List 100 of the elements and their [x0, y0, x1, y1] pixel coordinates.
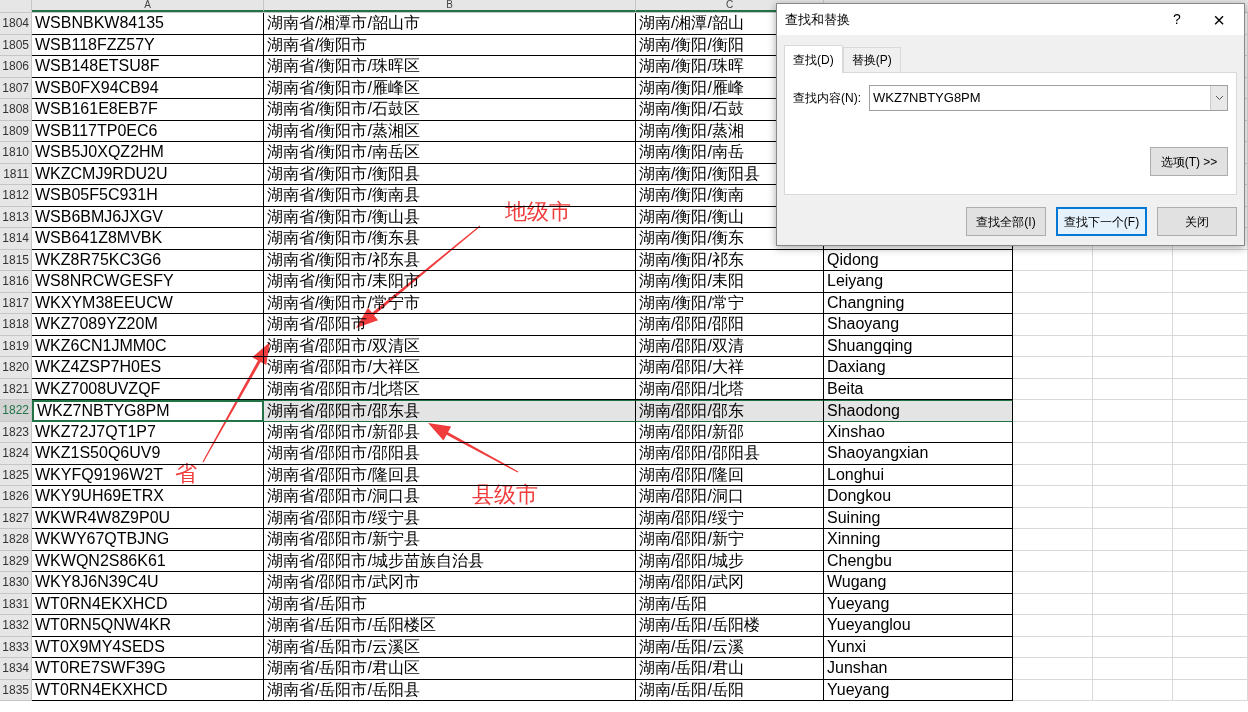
table-cell: WSB5J0XQZ2HM — [35, 142, 164, 163]
table-cell: WT0RN5QNW4KR — [35, 615, 171, 636]
table-cell: Qidong — [827, 249, 879, 270]
table-cell: 湖南省/邵阳市/隆回县 — [267, 464, 420, 485]
table-cell: Shuangqing — [827, 335, 913, 356]
dialog-tab[interactable]: 替换(P) — [842, 47, 901, 72]
table-cell: WSB117TP0EC6 — [35, 120, 158, 141]
table-cell: Wugang — [827, 572, 887, 593]
dialog-button[interactable]: 查找全部(I) — [966, 207, 1046, 236]
options-button[interactable]: 选项(T) >> — [1150, 147, 1228, 176]
table-cell: 湖南省/邵阳市/绥宁县 — [267, 507, 420, 528]
table-cell: 湖南/衡阳/蒸湘 — [639, 120, 744, 141]
table-cell: WT0RE7SWF39G — [35, 658, 166, 679]
table-cell: 湖南/衡阳/珠晖 — [639, 56, 744, 77]
close-button[interactable]: × — [1204, 7, 1234, 32]
table-cell: 湖南/衡阳/衡东 — [639, 228, 744, 249]
table-cell: WSB641Z8MVBK — [35, 228, 163, 249]
table-cell: Changning — [827, 292, 905, 313]
table-cell: WSBNBKW84135 — [35, 13, 164, 34]
table-cell: WKZ4ZSP7H0ES — [35, 357, 162, 378]
table-cell: 湖南/邵阳/北塔 — [639, 378, 744, 399]
table-cell: 湖南/衡阳/衡阳县 — [639, 163, 760, 184]
column-header[interactable]: A — [144, 0, 151, 10]
dialog-button[interactable]: 关闭 — [1157, 207, 1237, 236]
table-cell: WKXYM38EEUCW — [35, 292, 173, 313]
table-cell: 湖南省/岳阳市/岳阳县 — [267, 679, 420, 700]
dialog-tab[interactable]: 查找(D) — [784, 45, 843, 73]
table-cell: WKZ7008UVZQF — [35, 378, 161, 399]
table-cell: WT0RN4EKXHCD — [35, 679, 168, 700]
table-cell: WKY8J6N39C4U — [35, 572, 159, 593]
table-cell: 湖南/衡阳/雁峰 — [639, 77, 744, 98]
table-cell: 湖南省/邵阳市/武冈市 — [267, 572, 420, 593]
table-cell: 湖南省/衡阳市/常宁市 — [267, 292, 420, 313]
table-cell: 湖南省/衡阳市/衡山县 — [267, 206, 420, 227]
table-cell: Yunxi — [827, 636, 867, 657]
table-cell: WKY9UH69ETRX — [35, 486, 164, 507]
table-cell: 湖南省/衡阳市/南岳区 — [267, 142, 420, 163]
table-cell: Chengbu — [827, 550, 892, 571]
table-cell: WSB148ETSU8F — [35, 56, 160, 77]
table-cell: 湖南省/邵阳市/大祥区 — [267, 357, 420, 378]
table-cell: 湖南/岳阳/岳阳楼 — [639, 615, 760, 636]
table-cell: Junshan — [827, 658, 888, 679]
table-cell: 湖南/邵阳/隆回 — [639, 464, 744, 485]
table-cell: WSB05F5C931H — [35, 185, 158, 206]
table-cell: 湖南/邵阳/大祥 — [639, 357, 744, 378]
table-cell: 湖南省/岳阳市/君山区 — [267, 658, 420, 679]
table-cell: 湖南省/邵阳市/新邵县 — [267, 421, 420, 442]
table-cell: 湖南省/岳阳市 — [267, 593, 368, 614]
table-cell: 湖南省/邵阳市/邵阳县 — [267, 443, 420, 464]
table-cell: 湖南省/岳阳市/云溪区 — [267, 636, 420, 657]
annotation-label: 省 — [175, 460, 197, 488]
table-cell: 湖南省/邵阳市/北塔区 — [267, 378, 420, 399]
table-cell: WKZ6CN1JMM0C — [35, 335, 167, 356]
table-cell: WKWR4W8Z9P0U — [35, 507, 171, 528]
table-cell: 湖南省/衡阳市/衡南县 — [267, 185, 420, 206]
table-cell: Xinshao — [827, 421, 885, 442]
table-cell: Yueyanglou — [827, 615, 911, 636]
table-cell: WT0X9MY4SEDS — [35, 636, 165, 657]
table-cell: 湖南/邵阳/新邵 — [639, 421, 744, 442]
table-cell: 湖南省/衡阳市/蒸湘区 — [267, 120, 420, 141]
table-cell: WKWY67QTBJNG — [35, 529, 170, 550]
table-cell: 湖南省/湘潭市/韶山市 — [267, 13, 420, 34]
table-cell: 湖南省/邵阳市/双清区 — [267, 335, 420, 356]
table-cell: 湖南/衡阳/祁东 — [639, 249, 744, 270]
help-button[interactable]: ? — [1162, 7, 1192, 32]
table-cell: 湖南/邵阳/绥宁 — [639, 507, 744, 528]
table-cell: WSB118FZZ57Y — [35, 34, 155, 55]
table-cell: 湖南省/岳阳市/岳阳楼区 — [267, 615, 436, 636]
table-cell: Dongkou — [827, 486, 892, 507]
table-cell: Daxiang — [827, 357, 886, 378]
table-cell: 湖南省/衡阳市 — [267, 34, 368, 55]
table-cell: 湖南/衡阳/南岳 — [639, 142, 744, 163]
table-cell: WKZ1S50Q6UV9 — [35, 443, 161, 464]
table-cell: WKYFQ9196W2T — [35, 464, 164, 485]
table-cell: 湖南/邵阳/新宁 — [639, 529, 744, 550]
table-cell: 湖南/衡阳/衡南 — [639, 185, 744, 206]
column-header[interactable]: B — [446, 0, 453, 10]
table-cell: 湖南省/衡阳市/衡东县 — [267, 228, 420, 249]
table-cell: Longhui — [827, 464, 884, 485]
table-cell: Shaodong — [827, 401, 900, 421]
table-cell: 湖南/邵阳/武冈 — [639, 572, 744, 593]
find-label: 查找内容(N): — [793, 90, 861, 107]
table-cell: 湖南省/衡阳市/石鼓区 — [267, 99, 420, 120]
table-cell: 湖南/衡阳/常宁 — [639, 292, 744, 313]
table-cell: Yueyang — [827, 593, 890, 614]
table-cell: 湖南/邵阳/双清 — [639, 335, 744, 356]
table-cell: 湖南/衡阳/石鼓 — [639, 99, 744, 120]
table-cell: Leiyang — [827, 271, 884, 292]
table-cell: 湖南/邵阳/邵阳 — [639, 314, 744, 335]
table-cell: 湖南/邵阳/城步 — [639, 550, 744, 571]
chevron-down-icon — [1214, 95, 1224, 101]
table-cell: 湖南省/衡阳市/雁峰区 — [267, 77, 420, 98]
table-cell: WSB0FX94CB94 — [35, 77, 159, 98]
column-header[interactable]: C — [725, 0, 734, 10]
table-cell: 湖南/邵阳/邵东 — [639, 401, 744, 421]
table-cell: 湖南/衡阳/衡山 — [639, 206, 744, 227]
find-input-field[interactable]: WKZ7NBTYG8PM — [869, 85, 1228, 111]
table-cell: WT0RN4EKXHCD — [35, 593, 168, 614]
dialog-button[interactable]: 查找下一个(F) — [1056, 207, 1147, 236]
table-cell: WKZ8R75KC3G6 — [35, 249, 162, 270]
